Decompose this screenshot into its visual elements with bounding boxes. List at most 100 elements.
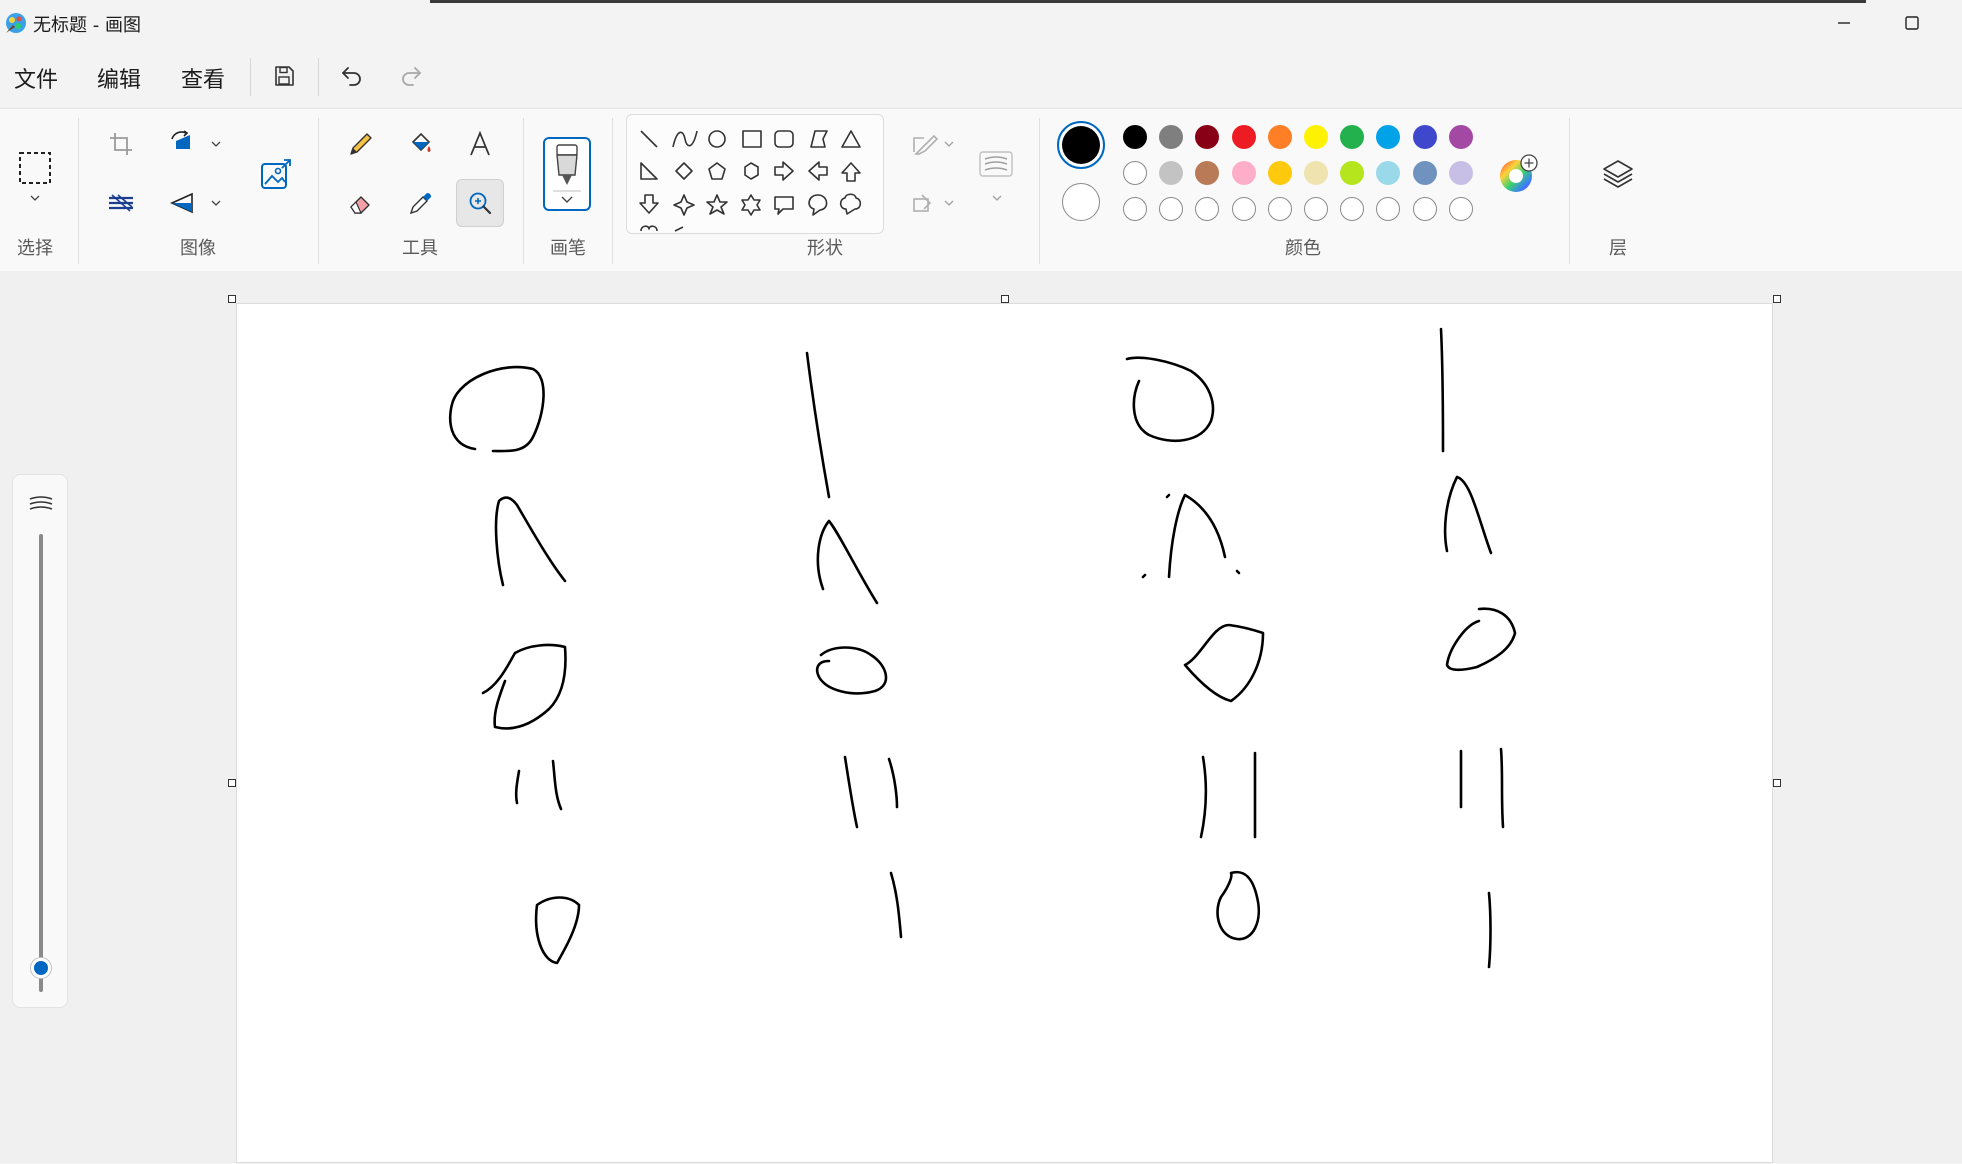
text-icon [470,130,490,156]
eraser-tool-button[interactable] [337,179,385,227]
title-bar-accent [430,0,1866,3]
curve-shape-icon [672,130,698,148]
custom-color-slot[interactable] [1267,197,1292,221]
menu-edit[interactable]: 编辑 [91,60,147,96]
palette-color-swatch[interactable] [1123,125,1147,149]
save-button[interactable] [264,56,304,96]
line-width-icon [979,151,1013,177]
custom-color-slot[interactable] [1304,197,1328,221]
rotate-dropdown-button[interactable] [208,195,224,211]
arrow-down-shape-icon [639,194,659,214]
drawing-canvas[interactable] [236,303,1773,1163]
color-picker-tool-button[interactable] [397,179,445,227]
group-label-select: 选择 [17,238,53,259]
stroke-size-button[interactable] [972,140,1020,188]
palette-color-swatch[interactable] [1412,125,1437,149]
crop-button[interactable] [97,120,145,168]
shape-fill-icon [913,194,932,212]
flip-icon [170,192,193,214]
resize-button[interactable] [159,120,207,168]
palette-color-swatch[interactable] [1159,161,1184,185]
stroke-size-dropdown-button[interactable] [989,190,1005,206]
palette-color-swatch[interactable] [1267,161,1292,185]
palette-color-swatch[interactable] [1231,161,1256,185]
size-slider-thumb[interactable] [31,958,51,978]
line-shape-icon [640,130,658,148]
palette-color-swatch[interactable] [1304,161,1328,185]
window-title: 无标题 - 画图 [33,15,141,36]
custom-color-slot[interactable] [1412,197,1437,221]
palette-color-swatch[interactable] [1159,125,1184,149]
image-generator-button[interactable] [252,150,300,198]
paint-app-icon [4,11,28,35]
sketch-strokes [448,327,1517,969]
fill-dropdown-button[interactable] [941,195,957,211]
palette-color-swatch[interactable] [1304,125,1328,149]
palette-color-swatch[interactable] [1448,125,1473,149]
resize-handle-top-left[interactable] [228,295,236,303]
minimize-button[interactable] [1824,8,1864,38]
resize-handle-right[interactable] [1773,779,1781,787]
custom-color-slot[interactable] [1448,197,1473,221]
five-point-star-shape-icon [706,194,728,215]
palette-color-white[interactable] [1123,161,1147,185]
callout-rect-shape-icon [774,196,794,215]
skew-button[interactable] [97,179,145,227]
palette-color-swatch[interactable] [1340,125,1365,149]
minimize-icon [1838,22,1850,24]
oval-shape-icon [708,130,726,148]
pencil-tool-button[interactable] [337,120,385,168]
resize-icon [171,130,190,149]
outline-dropdown-button[interactable] [941,136,957,152]
save-icon [275,66,294,86]
group-divider [1569,118,1570,264]
custom-color-slot[interactable] [1340,197,1365,221]
menu-divider [250,58,251,96]
menu-file[interactable]: 文件 [8,60,64,96]
palette-color-swatch[interactable] [1231,125,1256,149]
magnifier-tool-button[interactable] [456,179,504,227]
select-dropdown-button[interactable] [27,190,43,206]
chevron-down-icon [992,195,1002,201]
chevron-down-icon [944,141,954,147]
palette-color-swatch[interactable] [1412,161,1437,185]
custom-color-slot[interactable] [1123,197,1147,221]
size-slider-track[interactable] [39,534,43,992]
crop-icon [110,133,132,155]
rotate-button[interactable] [159,179,207,227]
group-label-tools: 工具 [402,238,438,259]
palette-color-swatch[interactable] [1448,161,1473,185]
maximize-button[interactable] [1892,8,1932,38]
eyedropper-icon [409,193,431,215]
brushes-button[interactable] [543,137,591,211]
group-label-colors: 颜色 [1285,238,1321,259]
triangle-shape-icon [841,130,861,148]
undo-button[interactable] [332,56,372,96]
layers-button[interactable] [1594,150,1642,198]
resize-dropdown-button[interactable] [208,136,224,152]
edit-colors-button[interactable] [1494,150,1542,198]
palette-color-swatch[interactable] [1340,161,1365,185]
primary-color-swatch [1062,126,1100,164]
text-tool-button[interactable] [456,120,504,168]
redo-button[interactable] [391,56,431,96]
custom-color-slot[interactable] [1159,197,1184,221]
palette-color-swatch[interactable] [1267,125,1292,149]
outline-icon [913,134,939,155]
menu-view[interactable]: 查看 [175,60,231,96]
resize-handle-left[interactable] [228,779,236,787]
group-label-image: 图像 [180,238,216,259]
six-point-star-shape-icon [741,194,761,216]
chevron-down-icon [211,141,221,147]
primary-color-button[interactable] [1057,121,1105,169]
resize-handle-top-right[interactable] [1773,295,1781,303]
rectangle-select-icon [19,152,51,184]
polygon-shape-icon [810,130,828,148]
group-divider [612,118,613,264]
paint-bucket-icon [411,132,431,152]
custom-color-slot[interactable] [1231,197,1256,221]
resize-handle-top[interactable] [1001,295,1009,303]
secondary-color-button[interactable] [1062,183,1100,221]
fill-tool-button[interactable] [397,120,445,168]
arrow-left-shape-icon [808,161,828,181]
